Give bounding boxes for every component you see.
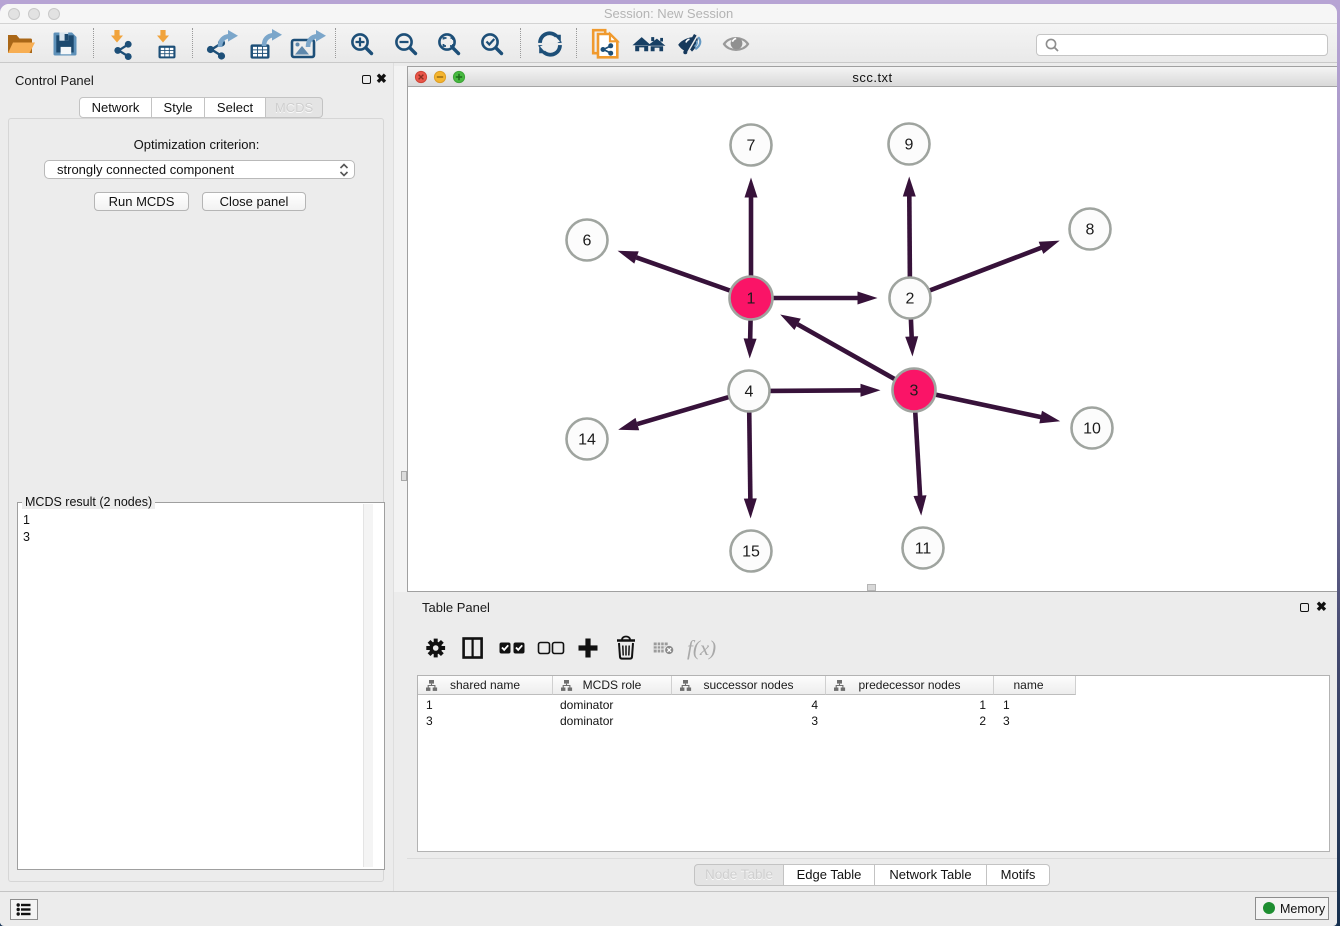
svg-text:14: 14: [578, 432, 596, 449]
svg-text:15: 15: [742, 544, 760, 561]
svg-text:6: 6: [583, 233, 592, 250]
svg-text:1: 1: [747, 291, 756, 308]
svg-text:3: 3: [910, 383, 919, 400]
svg-text:4: 4: [745, 384, 754, 401]
svg-text:8: 8: [1086, 222, 1095, 239]
svg-text:2: 2: [906, 291, 915, 308]
svg-text:10: 10: [1083, 421, 1101, 438]
svg-text:9: 9: [905, 137, 914, 154]
svg-text:7: 7: [747, 138, 756, 155]
svg-text:11: 11: [915, 541, 932, 558]
svg-text:f(x): f(x): [687, 636, 716, 660]
